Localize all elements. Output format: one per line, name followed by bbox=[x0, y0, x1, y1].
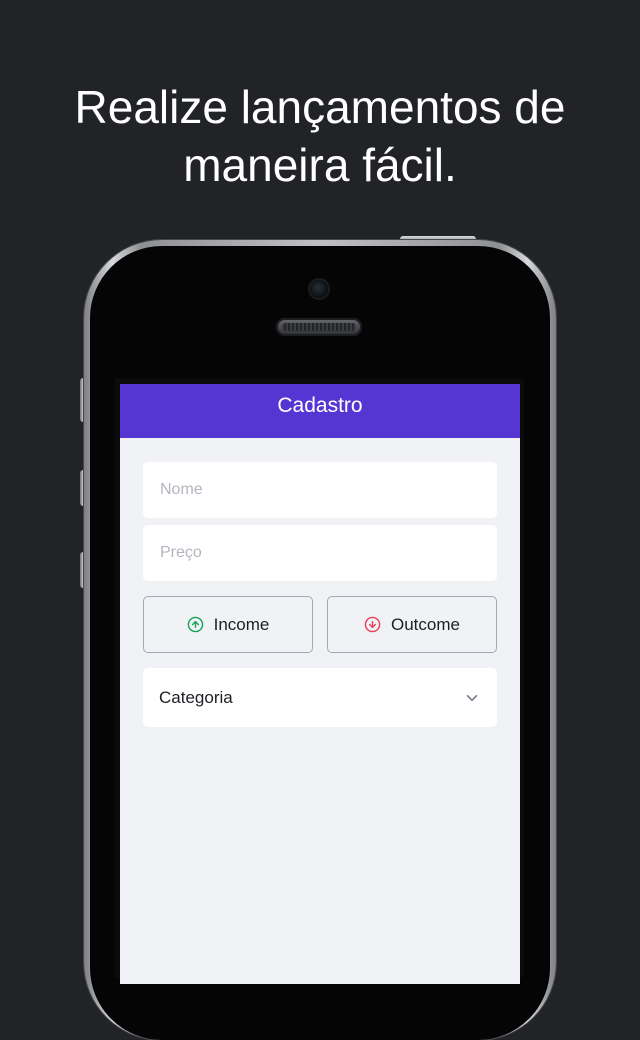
name-input[interactable] bbox=[143, 462, 497, 518]
price-input[interactable] bbox=[143, 525, 497, 581]
category-select[interactable]: Categoria bbox=[143, 668, 497, 727]
outcome-button[interactable]: Outcome bbox=[327, 596, 497, 653]
outcome-label: Outcome bbox=[391, 614, 460, 634]
app-header: Cadastro bbox=[120, 384, 520, 438]
promo-headline-line-2: maneira fácil. bbox=[183, 139, 457, 191]
app-title: Cadastro bbox=[277, 394, 363, 417]
chevron-down-icon bbox=[466, 694, 478, 701]
phone-camera bbox=[310, 280, 328, 298]
income-button[interactable]: Income bbox=[143, 596, 313, 653]
promo-headline-line-1: Realize lançamentos de bbox=[74, 81, 566, 133]
arrow-up-circle-icon bbox=[187, 616, 203, 633]
income-label: Income bbox=[213, 614, 270, 634]
arrow-down-circle-icon bbox=[364, 616, 381, 633]
category-label: Categoria bbox=[159, 687, 233, 707]
phone-speaker bbox=[276, 318, 362, 336]
promo-headline: Realize lançamentos de maneira fácil. bbox=[0, 78, 640, 194]
app-screen: Cadastro Income Outcome Categoria bbox=[120, 384, 520, 984]
